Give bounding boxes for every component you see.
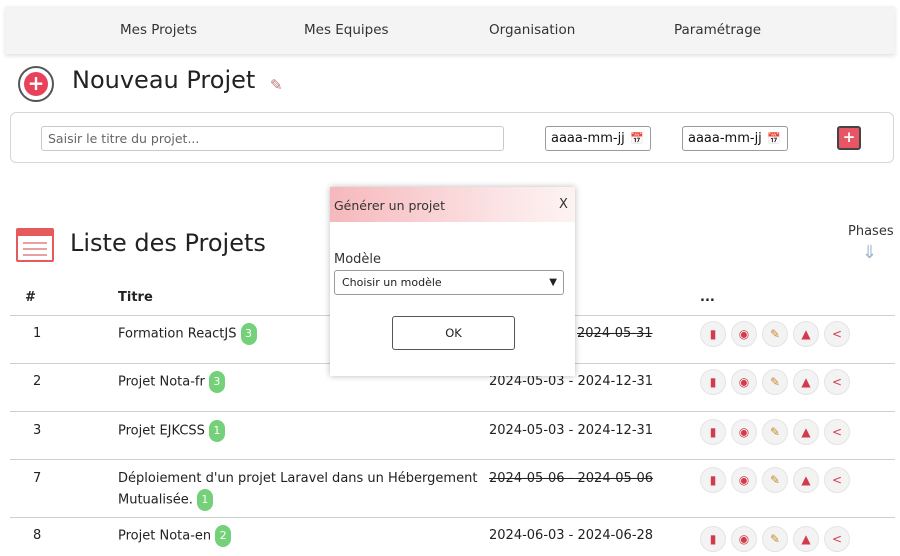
- row-actions: ▮ ◉ ✎ ▲ <: [700, 369, 860, 397]
- project-title[interactable]: Déploiement d'un projet Laravel dans un …: [118, 471, 477, 486]
- phase-count-badge: 2: [215, 525, 232, 547]
- row-divider: [10, 411, 895, 412]
- trash-icon[interactable]: ▲: [793, 369, 819, 395]
- edit-icon[interactable]: ✎: [762, 369, 788, 395]
- double-arrow-down-icon[interactable]: ⇓: [862, 242, 877, 263]
- nav-organisation[interactable]: Organisation: [489, 22, 575, 38]
- row-divider: [10, 459, 895, 460]
- trash-icon[interactable]: ▲: [793, 526, 819, 552]
- share-icon[interactable]: <: [824, 526, 850, 552]
- edit-icon[interactable]: ✎: [762, 526, 788, 552]
- modal-close-button[interactable]: X: [559, 197, 568, 212]
- col-header-title: Titre: [118, 290, 153, 305]
- project-title[interactable]: Projet Nota-en: [118, 529, 211, 544]
- col-header-actions: ...: [700, 290, 715, 305]
- row-number: 8: [33, 528, 42, 543]
- row-number: 1: [33, 326, 42, 341]
- template-label: Modèle: [334, 252, 382, 267]
- presentation-icon[interactable]: ◉: [731, 321, 757, 347]
- start-date-input[interactable]: aaaa-mm-jj 📅: [545, 126, 651, 151]
- row-title[interactable]: Projet EJKCSS 1: [118, 420, 225, 442]
- row-dates: 2024-05-03 - 2024-12-31: [489, 374, 654, 389]
- add-circle-icon: +: [18, 66, 54, 102]
- phases-label[interactable]: Phases: [848, 224, 894, 239]
- calendar-icon[interactable]: 📅: [630, 127, 644, 150]
- end-date-placeholder: aaaa-mm-jj: [688, 131, 762, 146]
- end-date-input[interactable]: aaaa-mm-jj 📅: [682, 126, 788, 151]
- phase-count-badge: 3: [208, 371, 225, 393]
- nav-parametrage[interactable]: Paramétrage: [674, 22, 761, 38]
- phase-count-badge: 3: [240, 323, 257, 345]
- pdf-icon[interactable]: ▮: [700, 321, 726, 347]
- row-number: 7: [33, 471, 42, 486]
- top-nav: Mes Projets Mes Equipes Organisation Par…: [5, 6, 895, 54]
- project-title[interactable]: Projet EJKCSS: [118, 424, 205, 439]
- edit-icon[interactable]: ✎: [762, 321, 788, 347]
- presentation-icon[interactable]: ◉: [731, 526, 757, 552]
- pdf-icon[interactable]: ▮: [700, 369, 726, 395]
- modal-header: Générer un projet X: [330, 187, 575, 222]
- trash-icon[interactable]: ▲: [793, 467, 819, 493]
- new-project-title: Nouveau Projet: [72, 66, 256, 94]
- edit-icon[interactable]: ✎: [762, 467, 788, 493]
- pdf-icon[interactable]: ▮: [700, 526, 726, 552]
- phase-count-badge: 1: [196, 489, 213, 511]
- row-actions: ▮ ◉ ✎ ▲ <: [700, 419, 860, 447]
- row-title[interactable]: Projet Nota-fr 3: [118, 371, 225, 393]
- ok-button[interactable]: OK: [392, 316, 515, 350]
- share-icon[interactable]: <: [824, 467, 850, 493]
- project-title[interactable]: Projet Nota-fr: [118, 375, 205, 390]
- row-divider: [10, 517, 895, 518]
- row-title[interactable]: Formation ReactJS 3: [118, 323, 257, 345]
- trash-icon[interactable]: ▲: [793, 419, 819, 445]
- magic-wand-icon[interactable]: ✎: [270, 76, 283, 94]
- row-number: 3: [33, 423, 42, 438]
- presentation-icon[interactable]: ◉: [731, 467, 757, 493]
- nav-mes-projets[interactable]: Mes Projets: [120, 22, 197, 38]
- row-dates: 2024-05-31: [577, 326, 653, 341]
- pdf-icon[interactable]: ▮: [700, 419, 726, 445]
- modal-title: Générer un projet: [334, 198, 445, 213]
- col-header-num: #: [25, 290, 36, 305]
- pdf-icon[interactable]: ▮: [700, 467, 726, 493]
- row-number: 2: [33, 374, 42, 389]
- edit-icon[interactable]: ✎: [762, 419, 788, 445]
- project-title-input[interactable]: [41, 126, 504, 151]
- template-select[interactable]: Choisir un modèle ▼: [334, 270, 564, 295]
- chevron-down-icon: ▼: [549, 277, 557, 288]
- calendar-icon[interactable]: 📅: [767, 127, 781, 150]
- project-title-cont[interactable]: Mutualisée.: [118, 493, 193, 508]
- share-icon[interactable]: <: [824, 321, 850, 347]
- presentation-icon[interactable]: ◉: [731, 369, 757, 395]
- presentation-icon[interactable]: ◉: [731, 419, 757, 445]
- trash-icon[interactable]: ▲: [793, 321, 819, 347]
- share-icon[interactable]: <: [824, 419, 850, 445]
- add-project-button[interactable]: +: [837, 126, 861, 150]
- template-select-value: Choisir un modèle: [342, 276, 442, 289]
- phase-count-badge: 1: [208, 420, 225, 442]
- row-title[interactable]: Projet Nota-en 2: [118, 525, 232, 547]
- nav-mes-equipes[interactable]: Mes Equipes: [304, 22, 389, 38]
- share-icon[interactable]: <: [824, 369, 850, 395]
- row-actions: ▮ ◉ ✎ ▲ <: [700, 526, 860, 554]
- project-title[interactable]: Formation ReactJS: [118, 327, 237, 342]
- row-actions: ▮ ◉ ✎ ▲ <: [700, 467, 860, 495]
- row-actions: ▮ ◉ ✎ ▲ <: [700, 321, 860, 349]
- row-dates: 2024-06-03 - 2024-06-28: [489, 528, 654, 543]
- start-date-placeholder: aaaa-mm-jj: [551, 131, 625, 146]
- list-icon: [16, 228, 54, 262]
- row-dates: 2024-05-06 - 2024-05-06: [489, 471, 654, 486]
- row-dates: 2024-05-03 - 2024-12-31: [489, 423, 654, 438]
- list-title: Liste des Projets: [70, 229, 266, 257]
- generate-project-modal: Générer un projet X Modèle Choisir un mo…: [330, 187, 575, 376]
- row-title[interactable]: Déploiement d'un projet Laravel dans un …: [118, 468, 477, 511]
